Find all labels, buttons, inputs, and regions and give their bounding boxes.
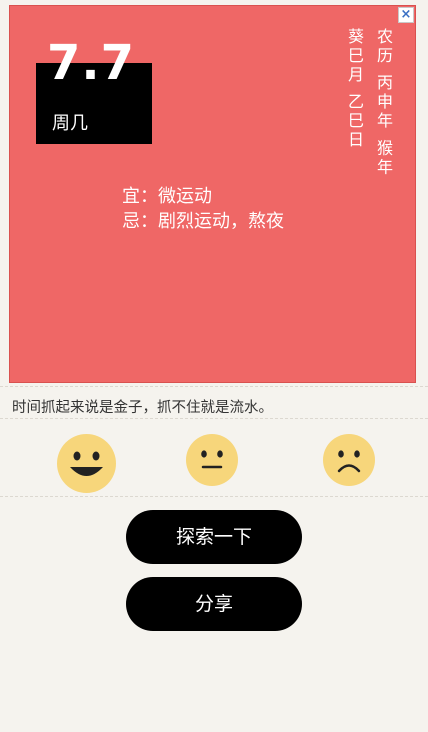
lunar-year: 农历 丙申年 猴年: [374, 28, 393, 178]
lunar-month-day: 葵巳月 乙巳日: [345, 28, 364, 151]
avoid-text: 忌：剧烈运动，熬夜: [122, 211, 284, 232]
explore-button[interactable]: 探索一下: [126, 510, 302, 564]
close-button[interactable]: ×: [398, 7, 414, 23]
happy-face-graphic: [70, 451, 103, 476]
neutral-face-icon[interactable]: [186, 434, 238, 486]
fortune-card: × 7.7 周几 农历 丙申年 猴年 葵巳月 乙巳日 宜：微运动 忌：剧烈运动，…: [9, 5, 416, 383]
share-button[interactable]: 分享: [126, 577, 302, 631]
divider: [0, 386, 428, 387]
divider: [0, 418, 428, 419]
sad-face-graphic: [337, 450, 361, 473]
motto-text: 时间抓起来说是金子，抓不住就是流水。: [12, 400, 273, 416]
divider: [0, 496, 428, 497]
happy-face-icon[interactable]: [57, 434, 116, 493]
sad-face-icon[interactable]: [323, 434, 375, 486]
date-number: 7.7: [47, 35, 136, 91]
advice-block: 宜：微运动 忌：剧烈运动，熬夜: [122, 184, 284, 234]
weekday-label: 周几: [52, 113, 88, 134]
neutral-face-graphic: [201, 450, 223, 469]
suitable-text: 宜：微运动: [122, 186, 212, 207]
